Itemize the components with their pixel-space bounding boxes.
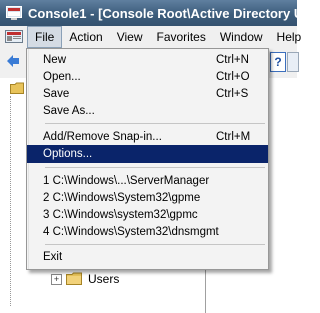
- menu-item-add-remove-snapin-label: Add/Remove Snap-in...: [43, 131, 162, 143]
- menu-item-exit-label: Exit: [43, 251, 63, 263]
- menu-item-recent-1[interactable]: 1 C:\Windows\...\ServerManager: [27, 172, 268, 190]
- recent-file-label: 2 C:\Windows\System32\gpme: [43, 192, 201, 204]
- menu-separator: [45, 244, 265, 245]
- console-system-menu-icon[interactable]: [5, 30, 23, 44]
- menu-item-new-shortcut: Ctrl+N: [216, 54, 249, 66]
- menu-bar: File Action View Favorites Window Help: [0, 26, 301, 49]
- menu-item-recent-2[interactable]: 2 C:\Windows\System32\gpme: [27, 189, 268, 207]
- recent-file-label: 1 C:\Windows\...\ServerManager: [43, 175, 210, 187]
- menu-window[interactable]: Window: [213, 26, 270, 48]
- folder-icon: [66, 272, 82, 285]
- menu-item-save-as[interactable]: Save As...: [27, 102, 268, 120]
- menu-item-add-remove-snapin-shortcut: Ctrl+M: [216, 131, 251, 143]
- console-app-icon: [6, 6, 22, 20]
- menu-item-recent-3[interactable]: 3 C:\Windows\system32\gpmc: [27, 206, 268, 224]
- console-root-folder-icon: [10, 82, 24, 94]
- menu-separator: [45, 123, 265, 124]
- menu-item-save[interactable]: Save Ctrl+S: [27, 85, 268, 103]
- show-hide-pane-button[interactable]: [287, 52, 299, 72]
- menu-item-exit[interactable]: Exit: [27, 248, 268, 266]
- tree-expander-users[interactable]: +: [51, 274, 62, 285]
- menu-item-recent-4[interactable]: 4 C:\Windows\System32\dnsmgmt: [27, 223, 268, 241]
- menu-item-open-label: Open...: [43, 71, 81, 83]
- menu-item-add-remove-snapin[interactable]: Add/Remove Snap-in... Ctrl+M: [27, 128, 268, 146]
- menu-item-save-label: Save: [43, 88, 70, 100]
- menu-item-new[interactable]: New Ctrl+N: [27, 51, 268, 69]
- tree-guide-line: [10, 96, 11, 306]
- menu-item-new-label: New: [43, 54, 67, 66]
- menu-view[interactable]: View: [110, 26, 150, 48]
- recent-file-label: 4 C:\Windows\System32\dnsmgmt: [43, 226, 219, 238]
- toolbar-left: [0, 48, 28, 78]
- menu-file[interactable]: File: [27, 26, 63, 48]
- menu-separator: [45, 167, 265, 168]
- title-bar[interactable]: Console1 - [Console Root\Active Director…: [0, 0, 297, 26]
- menu-favorites[interactable]: Favorites: [150, 26, 213, 48]
- menu-action[interactable]: Action: [62, 26, 109, 48]
- menu-item-open[interactable]: Open... Ctrl+O: [27, 68, 268, 86]
- menu-item-save-as-label: Save As...: [43, 105, 95, 117]
- menu-item-save-shortcut: Ctrl+S: [216, 88, 249, 100]
- tree-node-users[interactable]: Users: [88, 272, 119, 286]
- menu-item-options[interactable]: Options...: [27, 145, 268, 163]
- back-arrow-icon[interactable]: [6, 54, 20, 68]
- menu-item-open-shortcut: Ctrl+O: [216, 71, 250, 83]
- window-title: Console1 - [Console Root\Active Director…: [28, 5, 297, 21]
- menu-item-options-label: Options...: [43, 148, 93, 160]
- recent-file-label: 3 C:\Windows\system32\gpmc: [43, 209, 198, 221]
- menu-help[interactable]: Help: [270, 26, 309, 48]
- help-button[interactable]: ?: [270, 52, 286, 72]
